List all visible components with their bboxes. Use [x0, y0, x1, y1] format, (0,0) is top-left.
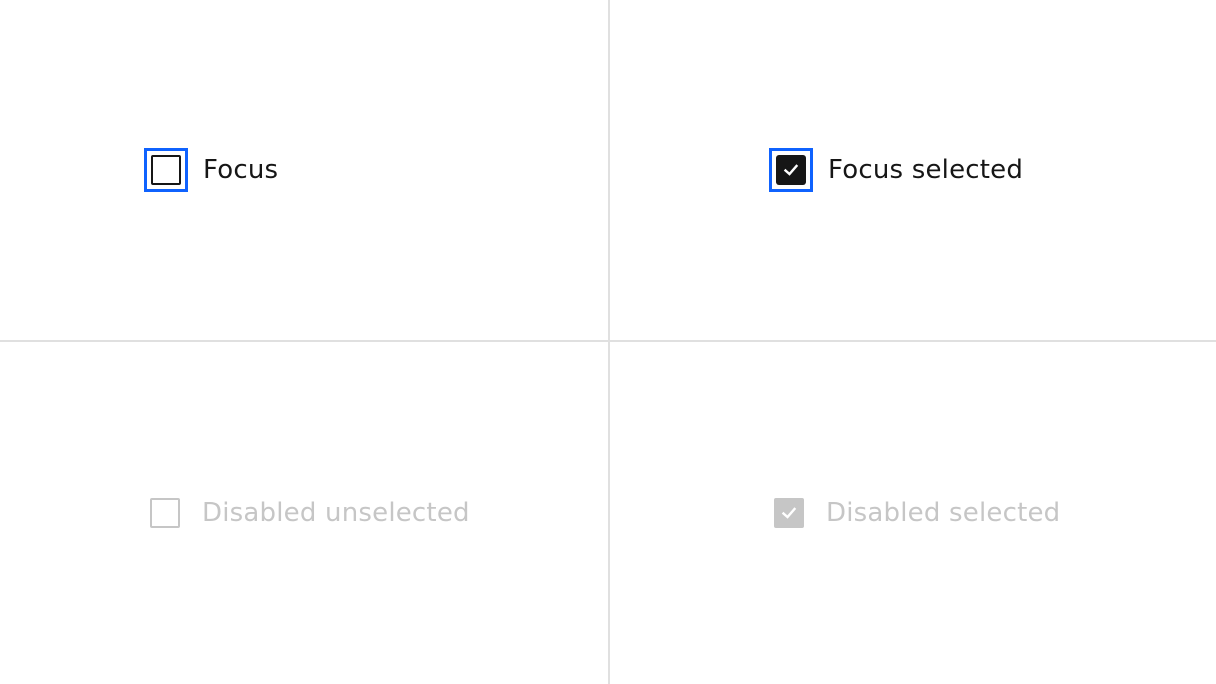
focus-ring — [144, 148, 188, 192]
checkbox-disabled-selected: Disabled selected — [774, 498, 1060, 528]
checkbox-disabled-unselected: Disabled unselected — [150, 498, 470, 528]
checkmark-icon — [783, 164, 799, 176]
checkbox-label-disabled-selected: Disabled selected — [826, 498, 1061, 528]
checkbox-disabled-checked — [774, 498, 804, 528]
checkmark-icon — [781, 507, 797, 519]
checkbox-focus[interactable]: Focus — [144, 148, 278, 192]
checkbox-focus-selected[interactable]: Focus selected — [769, 148, 1023, 192]
checkbox-label-focus-selected: Focus selected — [828, 155, 1024, 185]
checkbox-disabled-unchecked — [150, 498, 180, 528]
checkbox-checked[interactable] — [776, 155, 806, 185]
checkbox-unchecked[interactable] — [151, 155, 181, 185]
checkbox-label-focus: Focus — [203, 155, 279, 185]
checkbox-label-disabled-unselected: Disabled unselected — [202, 498, 470, 528]
focus-ring — [769, 148, 813, 192]
checkbox-states-grid: Focus Focus selected Disabled unselected… — [0, 0, 1216, 684]
vertical-divider — [608, 0, 610, 684]
horizontal-divider — [0, 340, 1216, 342]
